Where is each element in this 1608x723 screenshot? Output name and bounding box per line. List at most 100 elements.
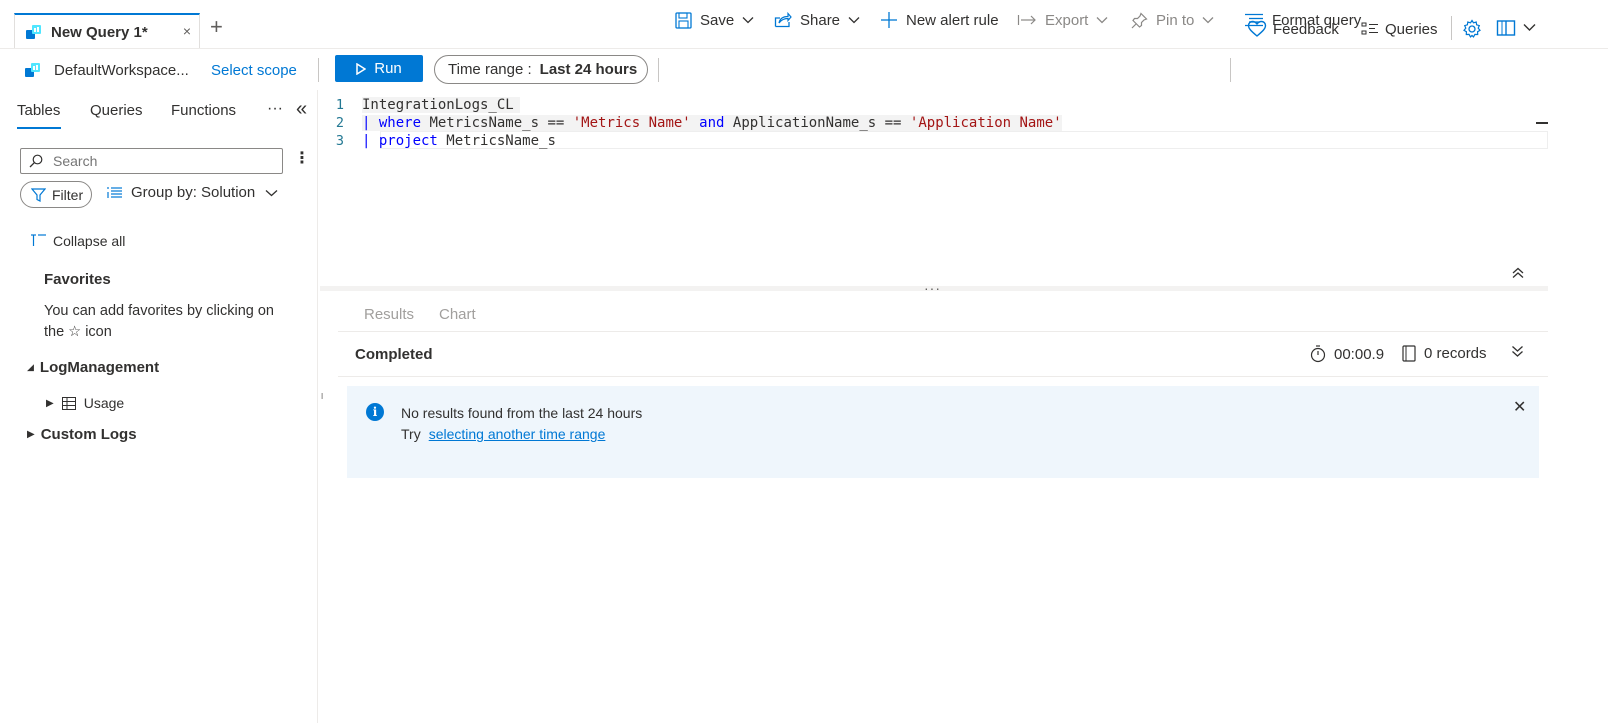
- tree-node-logmanagement[interactable]: ◢ LogManagement: [27, 359, 159, 376]
- share-label: Share: [800, 11, 841, 29]
- chevron-down-icon: [742, 17, 754, 24]
- line-number: 1: [335, 97, 344, 113]
- queries-list-icon: [1361, 22, 1378, 35]
- chevron-down-icon: [265, 189, 278, 196]
- collapse-all-label: Collapse all: [53, 233, 126, 249]
- chevron-down-icon: [848, 17, 860, 24]
- command-separator: [318, 58, 319, 82]
- duration-value: 00:00.9: [1334, 345, 1385, 363]
- panel-splitter-handle[interactable]: ···: [316, 392, 330, 398]
- results-tab-divider: [338, 331, 1548, 332]
- time-range-prefix: Time range :: [448, 61, 532, 78]
- code-line-1: 1 IntegrationLogs_CL: [320, 96, 520, 114]
- tab-close-icon[interactable]: ×: [183, 23, 191, 39]
- splitter-handle-dots[interactable]: ···: [924, 280, 941, 296]
- command-separator: [658, 58, 659, 82]
- records-value: 0 records: [1424, 345, 1487, 362]
- time-range-picker[interactable]: Time range : Last 24 hours: [434, 55, 648, 84]
- gear-icon[interactable]: [1462, 19, 1482, 39]
- add-tab-icon[interactable]: +: [210, 16, 223, 38]
- expanded-caret-icon: ◢: [27, 362, 34, 372]
- command-separator: [1230, 58, 1231, 82]
- info-message: No results found from the last 24 hours: [401, 405, 643, 421]
- double-chevron-down-icon[interactable]: [1511, 345, 1524, 358]
- export-arrow-icon: [1017, 15, 1036, 25]
- favorites-hint: You can add favorites by clicking on the…: [44, 303, 274, 340]
- chevron-down-icon: [1202, 17, 1214, 24]
- string-token: 'Application Name': [909, 115, 1062, 131]
- tab-tables[interactable]: Tables: [17, 102, 60, 119]
- search-more-icon[interactable]: ⋮: [294, 151, 310, 167]
- code-token: ApplicationName_s ==: [724, 115, 910, 131]
- pipe-token: |: [362, 133, 379, 149]
- try-label: Try: [401, 426, 421, 442]
- favorites-heading: Favorites: [44, 271, 111, 288]
- pin-to-button[interactable]: Pin to: [1131, 0, 1214, 40]
- search-field[interactable]: [20, 148, 283, 174]
- results-status-divider: [338, 376, 1548, 377]
- filter-button[interactable]: Filter: [20, 181, 92, 208]
- query-editor[interactable]: 1 IntegrationLogs_CL 2 | where MetricsName…: [320, 90, 1548, 288]
- save-button[interactable]: Save: [675, 0, 754, 40]
- workspace-selector[interactable]: DefaultWorkspace...: [24, 50, 189, 90]
- no-results-message-bar: i No results found from the last 24 hour…: [347, 386, 1539, 478]
- run-button[interactable]: Run: [335, 55, 423, 82]
- search-icon: [29, 154, 43, 168]
- export-label: Export: [1045, 11, 1089, 29]
- new-alert-rule-label: New alert rule: [906, 11, 999, 29]
- group-by-dropdown[interactable]: Group by: Solution: [107, 184, 286, 201]
- export-button[interactable]: Export: [1017, 0, 1108, 40]
- queries-label: Queries: [1385, 20, 1438, 38]
- book-icon[interactable]: [1496, 19, 1516, 37]
- tab-results[interactable]: Results: [364, 306, 414, 323]
- header-separator: [1451, 16, 1452, 40]
- info-icon: i: [366, 403, 384, 421]
- log-analytics-icon: [25, 63, 40, 77]
- document-icon: [1402, 345, 1416, 362]
- tab-bar-divider: [0, 48, 1608, 49]
- search-input[interactable]: [53, 153, 263, 169]
- tree-node-usage[interactable]: ▶ Usage: [46, 395, 124, 411]
- pin-to-label: Pin to: [1156, 11, 1195, 29]
- close-icon[interactable]: ✕: [1513, 397, 1526, 417]
- format-query-button[interactable]: Format query: [1244, 0, 1361, 40]
- code-line-2: 2 | where MetricsName_s == 'Metrics Name'…: [320, 114, 1062, 132]
- keyword-token: where: [378, 115, 422, 131]
- save-icon: [675, 11, 692, 29]
- query-duration: 00:00.9: [1310, 345, 1384, 363]
- select-scope-link[interactable]: Select scope: [211, 50, 297, 90]
- group-by-label: Group by: Solution: [131, 184, 256, 201]
- workspace-name: DefaultWorkspace...: [54, 61, 189, 79]
- tab-title: New Query 1*: [51, 23, 148, 41]
- tab-new-query-1[interactable]: New Query 1* ×: [14, 13, 200, 49]
- editor-scroll-marker: [1536, 122, 1548, 124]
- info-suggestion: Try selecting another time range: [401, 426, 605, 442]
- filter-label: Filter: [52, 186, 84, 203]
- line-number: 2: [335, 115, 344, 131]
- code-token: MetricsName_s ==: [421, 115, 573, 131]
- tree-node-label: LogManagement: [39, 359, 160, 376]
- more-options-icon[interactable]: ···: [267, 100, 283, 118]
- select-time-range-link[interactable]: selecting another time range: [429, 426, 606, 442]
- keyword-token: and: [690, 115, 725, 131]
- collapsed-caret-icon: ▶: [27, 429, 35, 440]
- chevron-down-icon[interactable]: [1523, 23, 1536, 32]
- tree-node-custom-logs[interactable]: ▶ Custom Logs: [27, 426, 137, 443]
- collapse-panel-icon[interactable]: «: [296, 99, 307, 119]
- new-alert-rule-button[interactable]: New alert rule: [880, 0, 999, 40]
- double-chevron-up-icon[interactable]: [1512, 267, 1524, 279]
- code-token: MetricsName_s: [437, 133, 556, 149]
- tab-queries[interactable]: Queries: [90, 102, 143, 119]
- queries-button[interactable]: Queries: [1361, 18, 1438, 40]
- query-status: Completed: [355, 346, 433, 363]
- format-query-label: Format query: [1272, 11, 1362, 29]
- format-lines-icon: [1245, 13, 1263, 27]
- tab-chart[interactable]: Chart: [439, 306, 476, 323]
- table-icon: [61, 396, 76, 410]
- run-label: Run: [374, 60, 402, 77]
- tab-functions[interactable]: Functions: [171, 102, 236, 119]
- collapse-all-button[interactable]: Collapse all: [30, 233, 125, 249]
- time-range-value: Last 24 hours: [539, 61, 638, 78]
- share-button[interactable]: Share: [774, 0, 860, 40]
- collapsed-caret-icon: ▶: [46, 397, 54, 409]
